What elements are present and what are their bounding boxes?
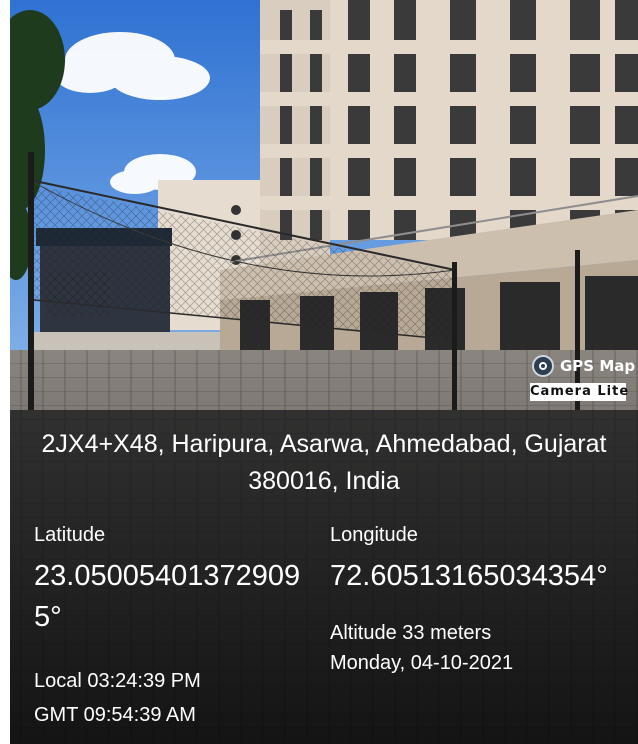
latitude-value: 23.05005401372909 5°: [34, 556, 300, 638]
longitude-value: 72.60513165034354°: [330, 560, 608, 592]
camera-lens-icon: [532, 355, 554, 377]
logo-brand-text: GPS Map: [560, 357, 636, 375]
altitude-text: Altitude 33 meters: [330, 622, 492, 644]
photo-frame: GPS Map Camera Lite 2JX4+X48, Haripura, …: [0, 0, 638, 744]
latitude-value-line-2: 5°: [34, 601, 62, 633]
location-overlay: 2JX4+X48, Haripura, Asarwa, Ahmedabad, G…: [10, 410, 638, 744]
longitude-label: Longitude: [330, 524, 418, 546]
latitude-value-line-1: 23.05005401372909: [34, 560, 301, 592]
address-block: 2JX4+X48, Haripura, Asarwa, Ahmedabad, G…: [10, 426, 638, 500]
latitude-label: Latitude: [34, 524, 106, 546]
logo-product-text: Camera Lite: [530, 383, 630, 401]
date-text: Monday, 04-10-2021: [330, 652, 514, 674]
address-line-2: 380016, India: [248, 467, 400, 495]
gmt-time-text: GMT 09:54:39 AM: [34, 704, 196, 726]
local-time-text: Local 03:24:39 PM: [34, 670, 201, 692]
gps-map-camera-logo: GPS Map Camera Lite: [522, 349, 635, 403]
address-line-1: 2JX4+X48, Haripura, Asarwa, Ahmedabad, G…: [41, 430, 607, 458]
